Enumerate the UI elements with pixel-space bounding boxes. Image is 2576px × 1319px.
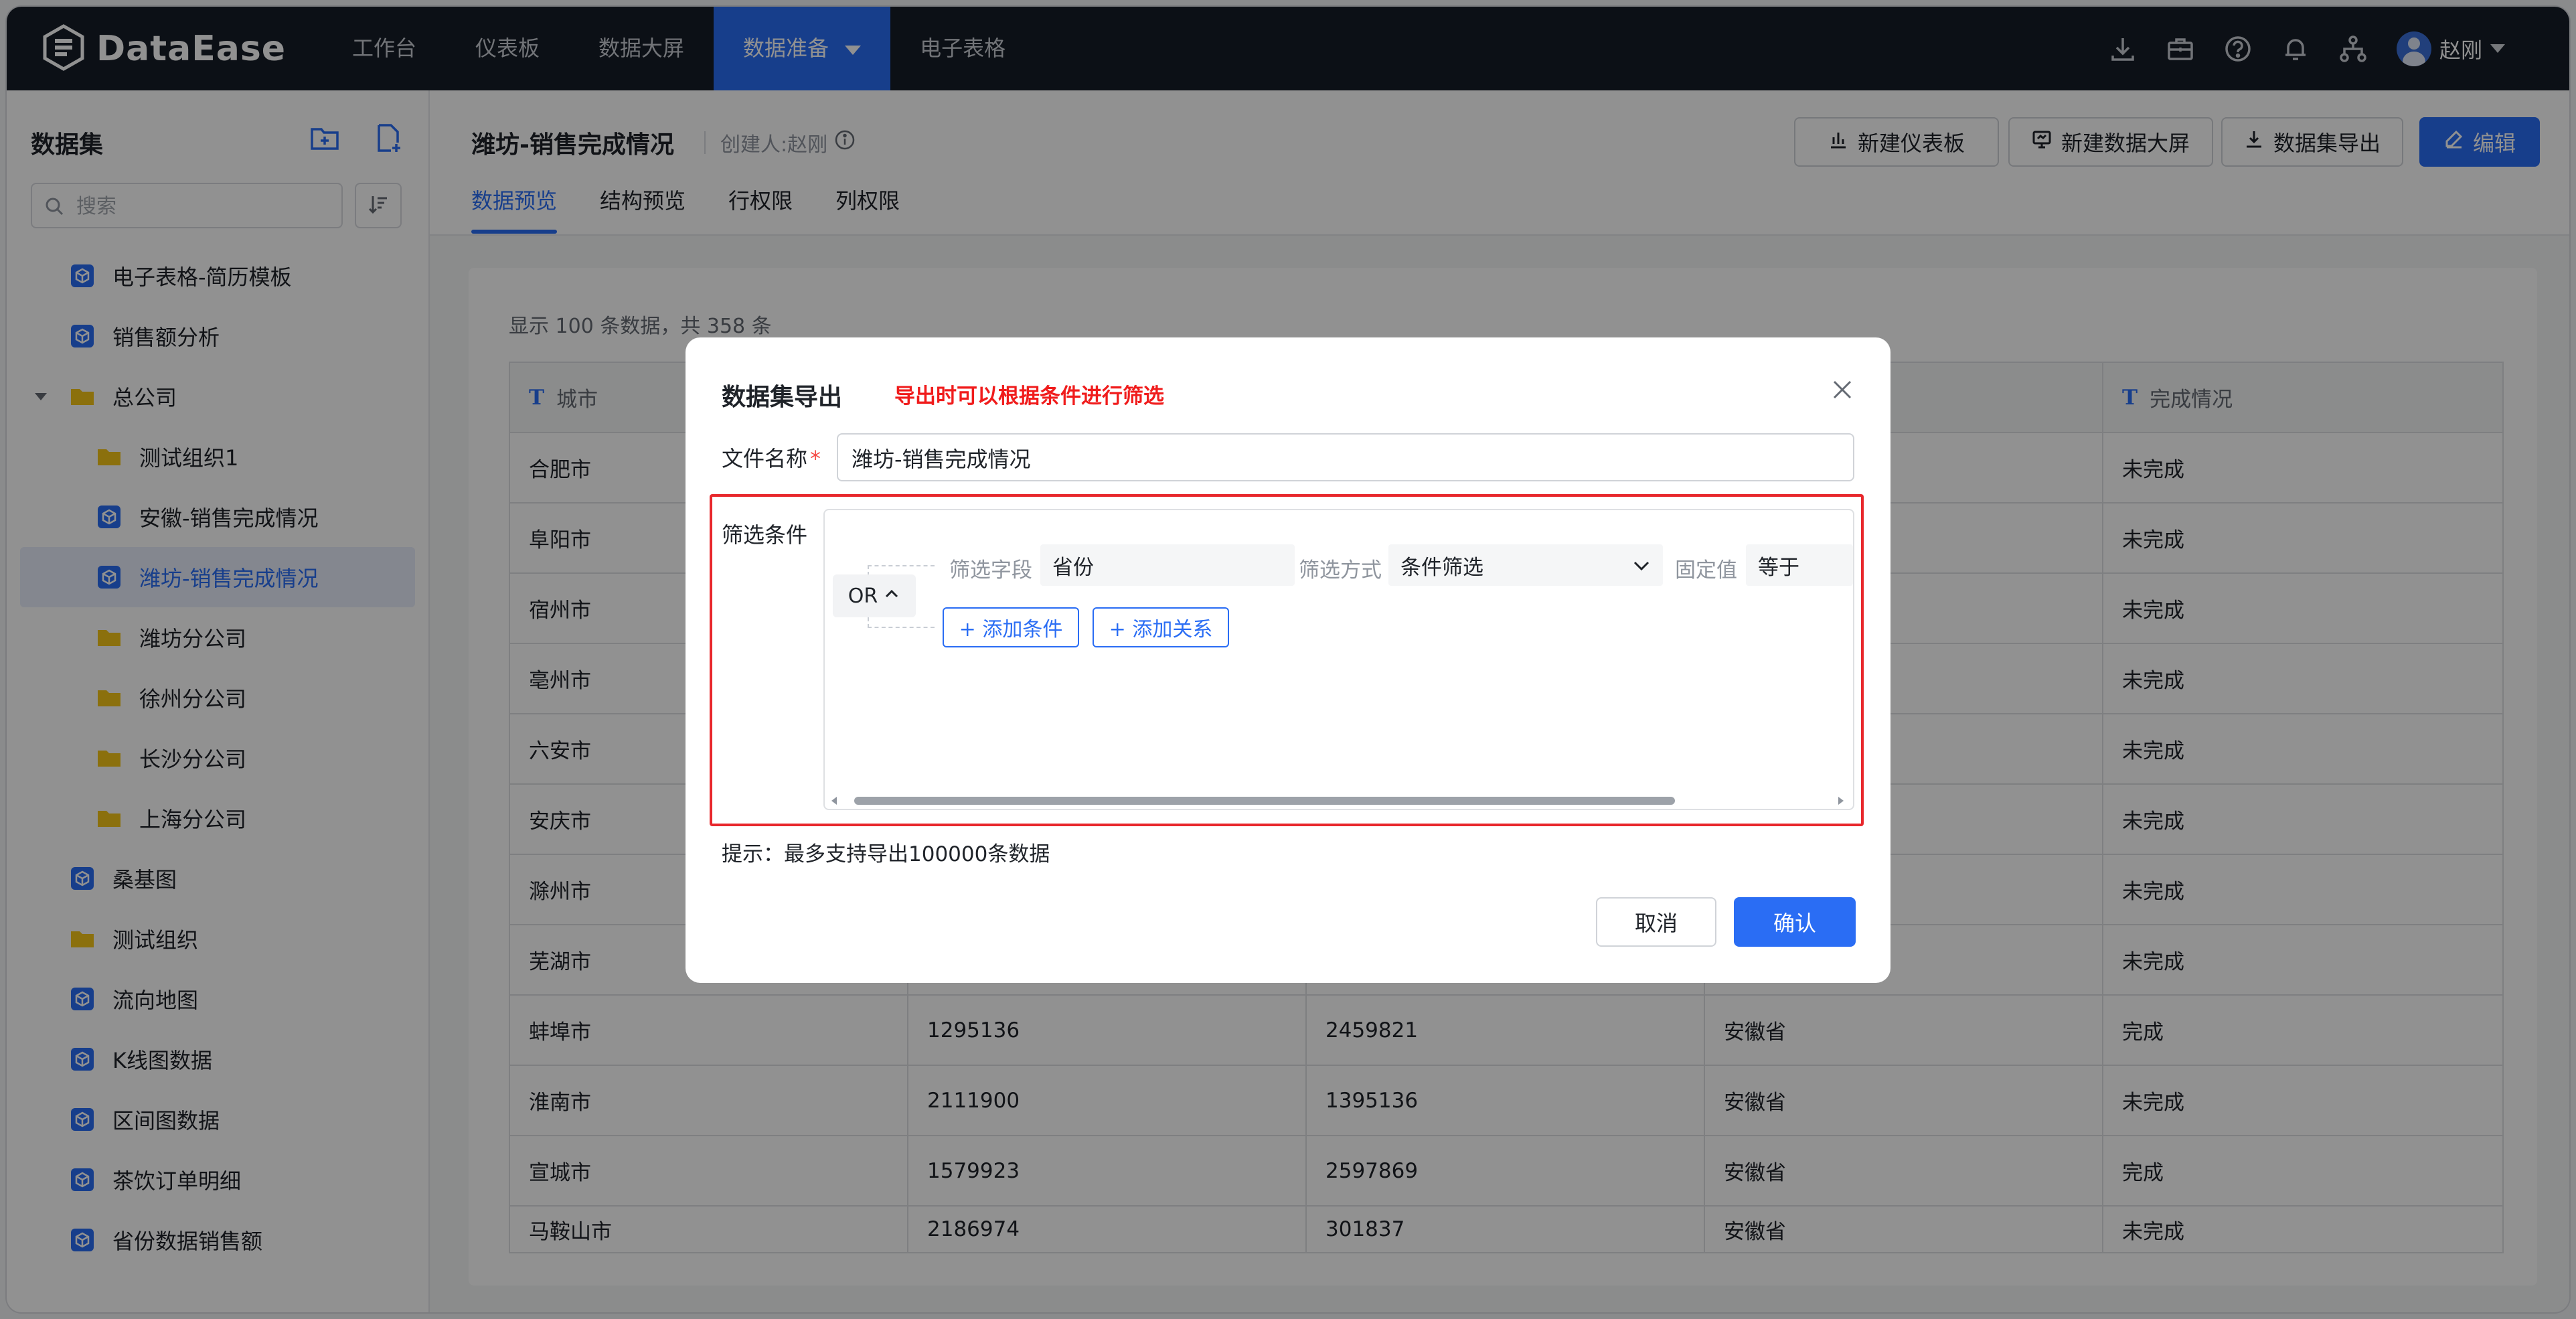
relation-connector: [868, 617, 935, 628]
add-relation-button[interactable]: + 添加关系: [1093, 607, 1229, 647]
field-label: 筛选字段: [949, 558, 1032, 583]
export-limit-hint: 提示：最多支持导出100000条数据: [722, 842, 1050, 866]
filter-label: 筛选条件: [722, 522, 808, 548]
operator-select[interactable]: 等于: [1746, 544, 1853, 586]
scrollbar-thumb[interactable]: [854, 797, 1675, 805]
scroll-right-icon[interactable]: [1838, 797, 1844, 805]
fixed-value-label: 固定值: [1675, 558, 1737, 583]
file-name-field: [837, 433, 1854, 481]
chevron-up-icon: [878, 585, 900, 608]
file-name-label: 文件名称 *: [722, 442, 821, 473]
close-icon[interactable]: [1829, 376, 1856, 403]
file-name-label-text: 文件名称: [722, 446, 808, 471]
field-select[interactable]: 省份: [1040, 544, 1295, 586]
add-condition-button[interactable]: + 添加条件: [943, 607, 1079, 647]
horizontal-scrollbar[interactable]: [830, 794, 1848, 806]
required-mark: *: [810, 446, 821, 471]
confirm-button[interactable]: 确认: [1734, 897, 1856, 947]
method-label: 筛选方式: [1299, 558, 1382, 583]
scroll-left-icon[interactable]: [831, 797, 837, 805]
method-value: 条件筛选: [1400, 555, 1483, 580]
method-select[interactable]: 条件筛选: [1388, 544, 1663, 586]
dialog-title: 数据集导出: [722, 384, 843, 411]
file-name-input[interactable]: [850, 441, 1844, 475]
relation-toggle[interactable]: OR: [833, 574, 916, 617]
dialog-annotation: 导出时可以根据条件进行筛选: [894, 384, 1164, 408]
cancel-button[interactable]: 取消: [1596, 897, 1716, 947]
relation-label: OR: [848, 584, 878, 608]
